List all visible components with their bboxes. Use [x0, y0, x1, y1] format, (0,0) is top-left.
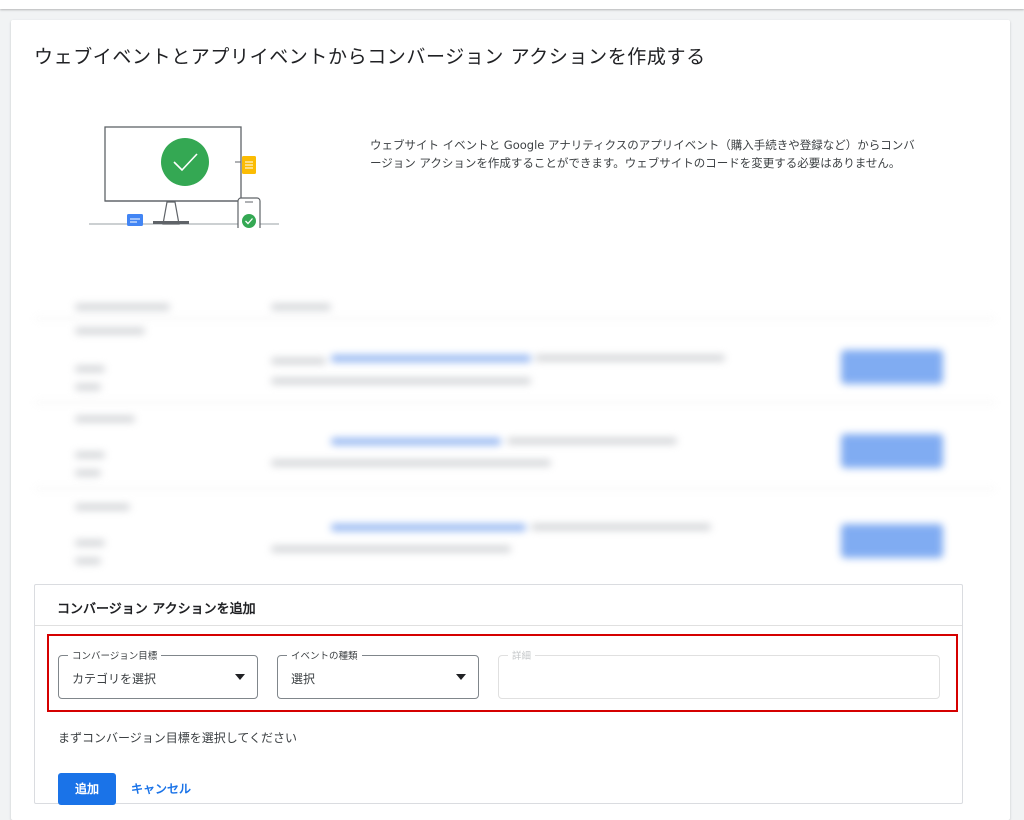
cancel-button[interactable]: キャンセル [131, 773, 191, 805]
panel-title: コンバージョン アクションを追加 [57, 602, 256, 617]
details-field[interactable]: 詳細 [498, 648, 940, 699]
illustration [89, 122, 281, 243]
blurred-events-table [35, 266, 995, 596]
conversion-goal-select[interactable]: コンバージョン目標 カテゴリを選択 [58, 648, 258, 699]
caret-down-icon [456, 674, 466, 680]
top-bar [0, 0, 1024, 9]
event-type-label: イベントの種類 [287, 648, 362, 662]
phone-icon [237, 197, 261, 243]
chat-bubble-icon [127, 214, 143, 226]
panel-header: コンバージョン アクションを追加 [35, 585, 962, 626]
page-title: ウェブイベントとアプリイベントからコンバージョン アクションを作成する [34, 46, 706, 68]
checkmark-circle-icon [161, 138, 209, 186]
create-conversion-card: ウェブイベントとアプリイベントからコンバージョン アクションを作成する ウェブサ… [11, 20, 1010, 820]
caret-down-icon [235, 674, 245, 680]
details-label: 詳細 [508, 648, 536, 662]
hint-text: まずコンバージョン目標を選択してください [58, 731, 298, 745]
conversion-goal-value: カテゴリを選択 [72, 672, 157, 686]
add-button[interactable]: 追加 [58, 773, 116, 805]
add-conversion-panel: コンバージョン アクションを追加 コンバージョン目標 カテゴリを選択 イベントの… [34, 584, 963, 805]
event-type-value: 選択 [291, 672, 316, 686]
event-type-select[interactable]: イベントの種類 選択 [277, 648, 479, 699]
description-text: ウェブサイト イベントと Google アナリティクスのアプリイベント（購入手続… [370, 138, 915, 170]
conversion-goal-label: コンバージョン目標 [68, 648, 162, 662]
